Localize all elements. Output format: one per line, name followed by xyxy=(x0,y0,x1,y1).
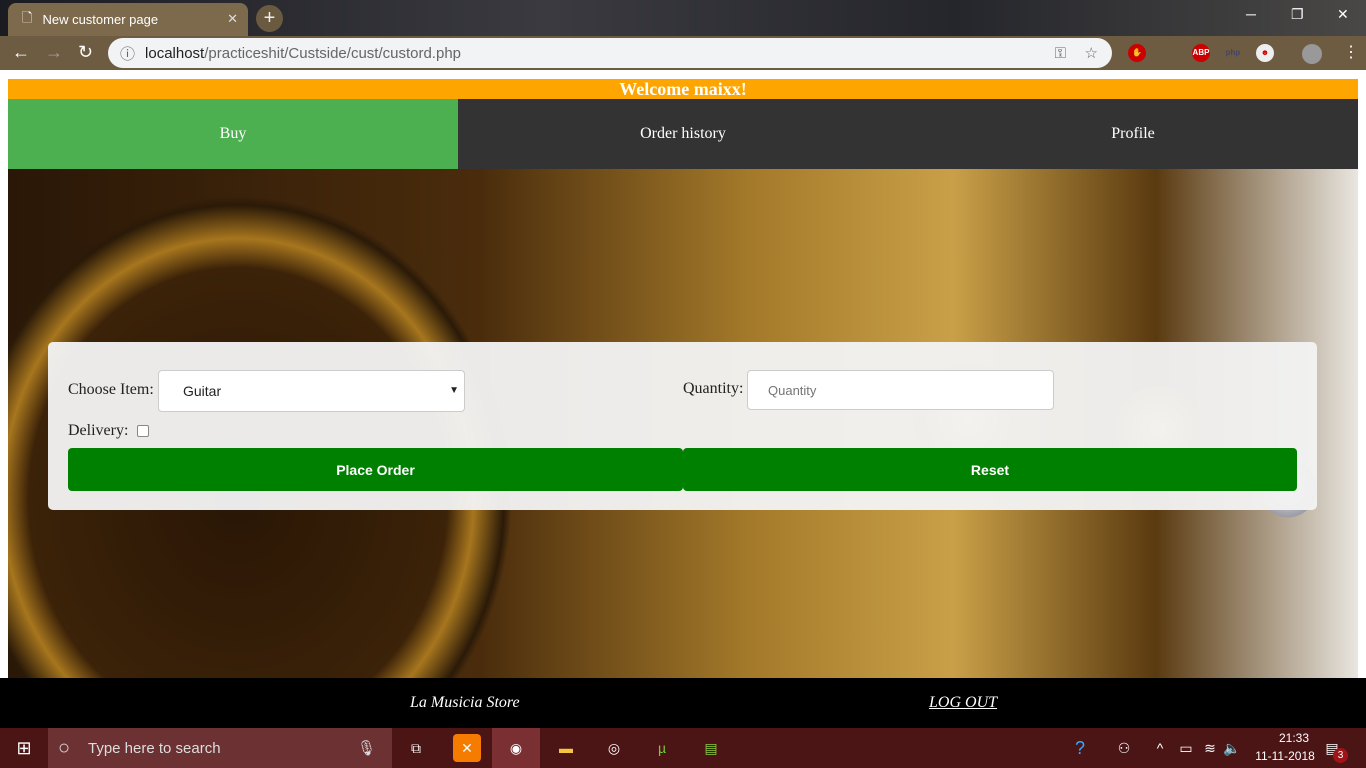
cortana-icon: ○ xyxy=(58,736,71,759)
url-host: localhost xyxy=(145,44,205,62)
nav-profile[interactable]: Profile xyxy=(908,99,1358,169)
item-select[interactable]: Guitar ▼ xyxy=(158,370,465,412)
close-tab-icon[interactable]: ✕ xyxy=(227,11,238,27)
page-content: Welcome maixx! Buy Order history Profile… xyxy=(8,79,1358,728)
browser-tab[interactable]: 🗋 New customer page ✕ xyxy=(8,3,248,36)
item-select-value: Guitar xyxy=(183,383,222,399)
nav-order-history[interactable]: Order history xyxy=(458,99,908,169)
menu-icon[interactable]: ⋮ xyxy=(1343,42,1359,62)
search-placeholder: Type here to search xyxy=(88,739,221,757)
taskbar: ⊞ ○ Type here to search 🎙 ⧉ ✕ ◉ ▬ ◎ µ ▤ … xyxy=(0,728,1366,768)
reload-button[interactable]: ↻ xyxy=(78,42,93,63)
delivery-checkbox[interactable] xyxy=(137,425,149,437)
footer: La Musicia Store LOG OUT xyxy=(0,678,1366,728)
store-name: La Musicia Store xyxy=(410,694,520,711)
utorrent-icon[interactable]: µ xyxy=(648,734,676,762)
forward-button[interactable]: → xyxy=(45,42,63,63)
people-icon[interactable]: ⚇ xyxy=(1110,734,1138,762)
place-order-button[interactable]: Place Order xyxy=(68,448,683,491)
dropdown-arrow-icon: ▼ xyxy=(449,385,459,396)
reset-button[interactable]: Reset xyxy=(683,448,1297,491)
key-icon[interactable]: ⚿ xyxy=(1055,45,1066,62)
xampp-icon[interactable]: ✕ xyxy=(453,734,481,762)
task-view-icon[interactable]: ⧉ xyxy=(402,734,430,762)
main-nav: Buy Order history Profile xyxy=(8,99,1358,169)
star-icon[interactable]: ☆ xyxy=(1085,44,1098,62)
restore-button[interactable]: ❐ xyxy=(1291,6,1304,23)
clock-time[interactable]: 21:33 xyxy=(1264,731,1324,745)
extension-stop-icon[interactable]: ✋ xyxy=(1128,44,1146,62)
adblock-icon[interactable]: ABP xyxy=(1192,44,1210,62)
tab-title: New customer page xyxy=(42,12,159,27)
page-icon: 🗋 xyxy=(22,9,33,25)
show-hidden-icons[interactable]: ^ xyxy=(1146,734,1174,762)
close-window-button[interactable]: ✕ xyxy=(1337,6,1349,23)
saxophone-background: Choose Item: Guitar ▼ Quantity: Delivery:… xyxy=(8,169,1358,678)
taskbar-search[interactable]: ○ Type here to search 🎙 xyxy=(48,728,392,768)
help-icon[interactable]: ? xyxy=(1066,734,1094,762)
php-extension-icon[interactable]: php xyxy=(1224,44,1242,62)
nav-buy[interactable]: Buy xyxy=(8,99,458,169)
microphone-icon[interactable]: 🎙 xyxy=(357,739,376,757)
browser-tab-strip: 🗋 New customer page ✕ + ─ ❐ ✕ xyxy=(0,0,1366,36)
clown-extension-icon[interactable]: ☻ xyxy=(1256,44,1274,62)
quantity-input[interactable] xyxy=(747,370,1054,410)
url-path: /practiceshit/Custside/cust/custord.php xyxy=(204,44,462,62)
minimize-button[interactable]: ─ xyxy=(1246,6,1256,22)
address-bar[interactable]: ⓘ localhost/practiceshit/Custside/cust/c… xyxy=(108,38,1112,68)
welcome-banner: Welcome maixx! xyxy=(8,79,1358,99)
order-form: Choose Item: Guitar ▼ Quantity: Delivery:… xyxy=(48,342,1317,510)
windows-start-icon[interactable]: ⊞ xyxy=(10,734,38,762)
new-tab-button[interactable]: + xyxy=(256,5,283,32)
file-explorer-icon[interactable]: ▬ xyxy=(552,734,580,762)
notification-badge: 3 xyxy=(1333,748,1348,763)
quantity-label: Quantity: xyxy=(683,380,744,397)
logout-link[interactable]: LOG OUT xyxy=(929,694,997,712)
sheet-app-icon[interactable]: ▤ xyxy=(697,734,725,762)
media-player-icon[interactable]: ◎ xyxy=(600,734,628,762)
info-icon: ⓘ xyxy=(120,45,136,63)
choose-item-label: Choose Item: xyxy=(68,381,154,398)
browser-toolbar: ← → ↻ ⓘ localhost/practiceshit/Custside/… xyxy=(0,36,1366,70)
chrome-taskbar-icon[interactable]: ◉ xyxy=(492,728,540,768)
volume-icon[interactable]: 🔈 xyxy=(1218,734,1246,762)
profile-avatar[interactable] xyxy=(1302,44,1322,64)
delivery-label: Delivery: xyxy=(68,422,129,439)
clock-date[interactable]: 11-11-2018 xyxy=(1250,749,1320,763)
back-button[interactable]: ← xyxy=(12,42,30,63)
